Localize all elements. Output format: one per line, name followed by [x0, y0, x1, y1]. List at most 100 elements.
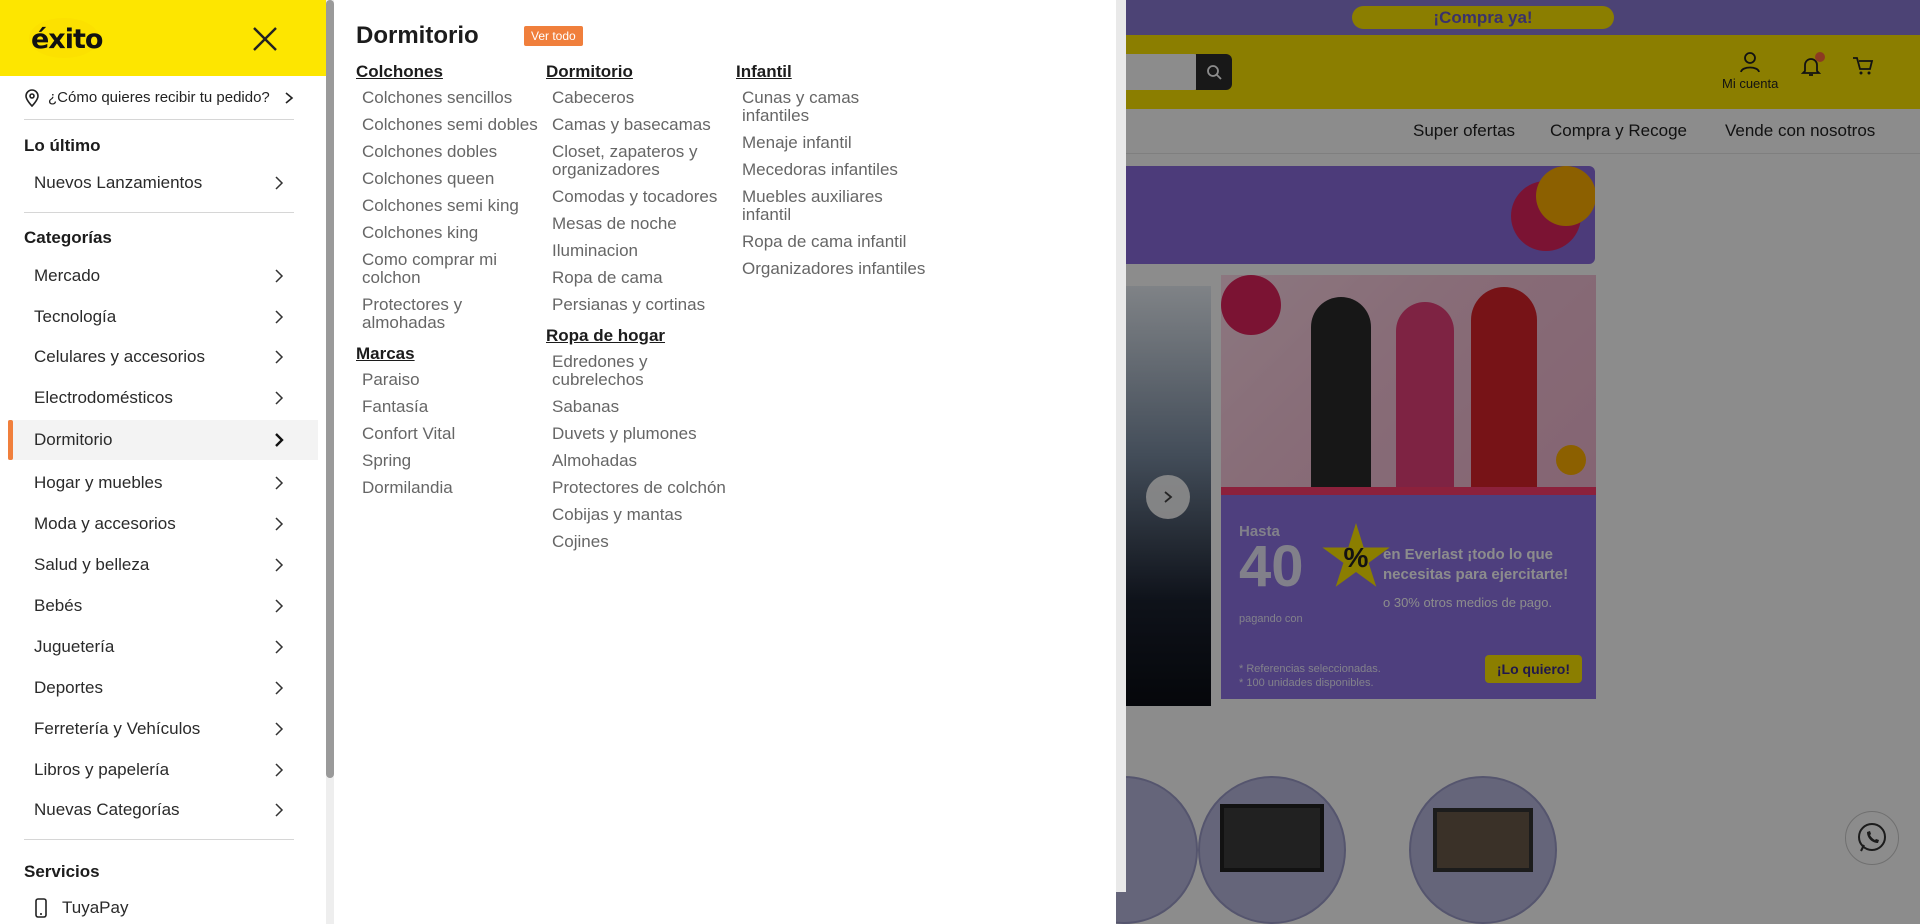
- submenu-link[interactable]: Protectores de colchón: [552, 479, 736, 497]
- sidebar-item-nuevos-lanzamientos[interactable]: Nuevos Lanzamientos: [8, 163, 318, 203]
- delivery-prompt: ¿Cómo quieres recibir tu pedido?: [48, 89, 270, 106]
- submenu-link[interactable]: Duvets y plumones: [552, 425, 736, 443]
- submenu-link[interactable]: Organizadores infantiles: [742, 260, 926, 278]
- sidebar-item-label: Libros y papelería: [34, 760, 170, 779]
- sidebar-item-label: Nuevas Categorías: [34, 800, 180, 819]
- sidebar-item-label: Dormitorio: [34, 430, 113, 449]
- submenu-link[interactable]: Iluminacion: [552, 242, 736, 260]
- submenu-link[interactable]: Muebles auxiliares infantil: [742, 188, 926, 224]
- submenu-link[interactable]: Spring: [362, 452, 546, 470]
- sidebar-item-tecnologia[interactable]: Tecnología: [8, 297, 318, 337]
- sidebar-item-label: TuyaPay: [62, 898, 129, 917]
- delivery-selector[interactable]: ¿Cómo quieres recibir tu pedido?: [24, 76, 294, 120]
- chevron-right-icon: [275, 681, 284, 695]
- sidebar-item-ferreteria[interactable]: Ferretería y Vehículos: [8, 709, 318, 749]
- submenu-link[interactable]: Menaje infantil: [742, 134, 926, 152]
- submenu-link[interactable]: Edredones y cubrelechos: [552, 353, 736, 389]
- group-title-infantil[interactable]: Infantil: [736, 62, 926, 82]
- sidebar-item-label: Mercado: [34, 266, 101, 285]
- sidebar-item-deportes[interactable]: Deportes: [8, 668, 318, 708]
- sidebar-item-label: Nuevos Lanzamientos: [34, 173, 203, 192]
- submenu-link[interactable]: Colchones sencillos: [362, 89, 546, 107]
- sidebar-item-moda[interactable]: Moda y accesorios: [8, 504, 318, 544]
- submenu-title: Dormitorio: [356, 22, 479, 49]
- sidebar-item-label: Bebés: [34, 596, 83, 615]
- submenu-link[interactable]: Colchones queen: [362, 170, 546, 188]
- submenu-link[interactable]: Ropa de cama: [552, 269, 736, 287]
- submenu-link[interactable]: Cabeceros: [552, 89, 736, 107]
- submenu-link[interactable]: Dormilandia: [362, 479, 546, 497]
- submenu-link[interactable]: Cojines: [552, 533, 736, 551]
- sidebar-item-label: Celulares y accesorios: [34, 347, 206, 366]
- phone-icon: [35, 898, 47, 918]
- sidebar-item-bebes[interactable]: Bebés: [8, 586, 318, 626]
- categories-title: Categorías: [24, 228, 112, 247]
- submenu-link[interactable]: Mesas de noche: [552, 215, 736, 233]
- chevron-right-icon: [275, 433, 284, 447]
- submenu-link[interactable]: Comodas y tocadores: [552, 188, 736, 206]
- see-all-button[interactable]: Ver todo: [524, 26, 583, 46]
- submenu-link[interactable]: Closet, zapateros y organizadores: [552, 143, 736, 179]
- sidebar-item-label: Salud y belleza: [34, 555, 150, 574]
- chevron-right-icon: [275, 722, 284, 736]
- sidebar-item-libros[interactable]: Libros y papelería: [8, 750, 318, 790]
- chevron-right-icon: [275, 350, 284, 364]
- submenu-link[interactable]: Persianas y cortinas: [552, 296, 736, 314]
- submenu-link[interactable]: Cobijas y mantas: [552, 506, 736, 524]
- sidebar-item-electrodomesticos[interactable]: Electrodomésticos: [8, 378, 318, 418]
- sidebar-item-nuevas-categorias[interactable]: Nuevas Categorías: [8, 790, 318, 830]
- sidebar-header: éxito: [0, 0, 326, 76]
- submenu-link[interactable]: Sabanas: [552, 398, 736, 416]
- submenu-link[interactable]: Protectores y almohadas: [362, 296, 546, 332]
- submenu-column-1: Colchones Colchones sencillos Colchones …: [356, 62, 546, 509]
- group-title-ropa-de-hogar[interactable]: Ropa de hogar: [546, 326, 736, 346]
- exito-logo[interactable]: éxito: [29, 18, 103, 58]
- sidebar-scrollbar-thumb[interactable]: [326, 0, 334, 778]
- group-links-infantil: Cunas y camas infantiles Menaje infantil…: [736, 89, 926, 278]
- divider: [24, 839, 294, 840]
- submenu-link[interactable]: Fantasía: [362, 398, 546, 416]
- group-links-dormitorio: Cabeceros Camas y basecamas Closet, zapa…: [546, 89, 736, 314]
- submenu-link[interactable]: Colchones semi dobles: [362, 116, 546, 134]
- chevron-right-icon: [285, 91, 294, 104]
- sidebar-item-label: Moda y accesorios: [34, 514, 176, 533]
- submenu-column-2: Dormitorio Cabeceros Camas y basecamas C…: [546, 62, 736, 563]
- chevron-right-icon: [275, 176, 284, 190]
- group-title-colchones[interactable]: Colchones: [356, 62, 546, 82]
- submenu-link[interactable]: Como comprar mi colchon: [362, 251, 546, 287]
- submenu-link[interactable]: Camas y basecamas: [552, 116, 736, 134]
- sidebar-item-label: Juguetería: [34, 637, 115, 656]
- sidebar-item-hogar[interactable]: Hogar y muebles: [8, 463, 318, 503]
- submenu-link[interactable]: Paraiso: [362, 371, 546, 389]
- category-sidebar: éxito ¿Cómo quieres recibir tu pedido? L…: [0, 0, 326, 924]
- submenu-link[interactable]: Mecedoras infantiles: [742, 161, 926, 179]
- submenu-link[interactable]: Colchones king: [362, 224, 546, 242]
- sidebar-item-jugueteria[interactable]: Juguetería: [8, 627, 318, 667]
- sidebar-item-label: Electrodomésticos: [34, 388, 173, 407]
- group-title-dormitorio[interactable]: Dormitorio: [546, 62, 736, 82]
- submenu-link[interactable]: Cunas y camas infantiles: [742, 89, 926, 125]
- group-title-marcas[interactable]: Marcas: [356, 344, 546, 364]
- submenu-link[interactable]: Colchones semi king: [362, 197, 546, 215]
- divider: [24, 212, 294, 213]
- close-button[interactable]: [250, 24, 280, 54]
- submenu-scrollbar[interactable]: [1116, 0, 1126, 892]
- sidebar-item-celulares[interactable]: Celulares y accesorios: [8, 337, 318, 377]
- logo-text: éxito: [31, 24, 103, 55]
- submenu-link[interactable]: Almohadas: [552, 452, 736, 470]
- sidebar-item-dormitorio[interactable]: Dormitorio: [8, 420, 318, 460]
- sidebar-item-salud[interactable]: Salud y belleza: [8, 545, 318, 585]
- submenu-link[interactable]: Confort Vital: [362, 425, 546, 443]
- chevron-right-icon: [275, 476, 284, 490]
- submenu-link[interactable]: Colchones dobles: [362, 143, 546, 161]
- group-links-marcas: Paraiso Fantasía Confort Vital Spring Do…: [356, 371, 546, 497]
- group-links-colchones: Colchones sencillos Colchones semi doble…: [356, 89, 546, 332]
- sidebar-item-mercado[interactable]: Mercado: [8, 256, 318, 296]
- chevron-right-icon: [275, 640, 284, 654]
- chevron-right-icon: [275, 517, 284, 531]
- submenu-column-3: Infantil Cunas y camas infantiles Menaje…: [736, 62, 926, 290]
- sidebar-item-tuyapay[interactable]: TuyaPay: [34, 898, 128, 918]
- location-pin-icon: [25, 88, 39, 107]
- submenu-link[interactable]: Ropa de cama infantil: [742, 233, 926, 251]
- latest-title: Lo último: [24, 136, 101, 155]
